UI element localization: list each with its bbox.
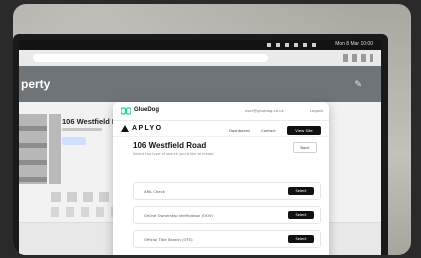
select-button[interactable]: Select bbox=[288, 211, 314, 219]
menubar-clock: Mon 8 Mar 10:00 bbox=[335, 41, 373, 47]
aplyo-logo-icon bbox=[121, 125, 129, 132]
property-meta-row bbox=[51, 207, 113, 217]
user-email: user@gluedog.co.uk bbox=[245, 108, 284, 113]
laptop: Mon 8 Mar 10:00 perty ✎ 106 Westfield R bbox=[13, 34, 388, 255]
search-option-aml: AML Check Select bbox=[133, 182, 321, 200]
address-title: 106 Westfield Road bbox=[133, 141, 207, 150]
back-button[interactable]: Back bbox=[293, 142, 317, 153]
banner-title: perty bbox=[21, 77, 51, 91]
select-button[interactable]: Select bbox=[288, 187, 314, 195]
gluedog-extension-popup: GlueDog user@gluedog.co.uk Logout APLYO … bbox=[113, 102, 329, 255]
laptop-screen: Mon 8 Mar 10:00 perty ✎ 106 Westfield R bbox=[19, 40, 381, 255]
photo-frame: Mon 8 Mar 10:00 perty ✎ 106 Westfield R bbox=[13, 4, 411, 255]
logout-link[interactable]: Logout bbox=[310, 108, 323, 113]
gluedog-logo-icon bbox=[121, 107, 131, 115]
search-option-label: AML Check bbox=[144, 189, 165, 194]
photo-thumbnails[interactable] bbox=[19, 114, 47, 184]
os-menubar: Mon 8 Mar 10:00 bbox=[19, 40, 381, 50]
search-option-ots: Official Title Search (OTS) Select bbox=[133, 230, 321, 248]
browser-toolbar bbox=[19, 50, 381, 67]
nav-contact[interactable]: Contact bbox=[261, 128, 276, 133]
paperclip-icon[interactable]: ✎ bbox=[354, 80, 362, 90]
extension-icons[interactable] bbox=[343, 54, 373, 62]
brand-name: GlueDog bbox=[134, 107, 159, 113]
search-instructions: Select the type of search you'd like to … bbox=[133, 152, 214, 156]
company-name: APLYO bbox=[132, 125, 163, 132]
view-site-button[interactable]: View Site bbox=[287, 126, 321, 135]
search-option-oov: Online Ownership Verification (OOV) Sele… bbox=[133, 206, 321, 224]
company-bar: APLYO Dashboard Contact View Site bbox=[113, 120, 329, 137]
property-title: 106 Westfield R bbox=[62, 117, 118, 126]
property-badge bbox=[62, 137, 86, 145]
search-option-label: Online Ownership Verification (OOV) bbox=[144, 213, 213, 218]
nav-dashboard[interactable]: Dashboard bbox=[229, 128, 250, 133]
menubar-status-icons bbox=[267, 43, 321, 47]
address-bar[interactable] bbox=[33, 54, 268, 62]
property-subtitle bbox=[62, 128, 102, 131]
select-button[interactable]: Select bbox=[288, 235, 314, 243]
property-photo-list bbox=[19, 114, 47, 184]
search-option-label: Official Title Search (OTS) bbox=[144, 237, 193, 242]
property-photo bbox=[49, 114, 61, 184]
site-banner: perty ✎ bbox=[19, 66, 381, 102]
popup-header: GlueDog user@gluedog.co.uk Logout bbox=[113, 102, 329, 121]
property-actions-row[interactable] bbox=[51, 192, 121, 202]
